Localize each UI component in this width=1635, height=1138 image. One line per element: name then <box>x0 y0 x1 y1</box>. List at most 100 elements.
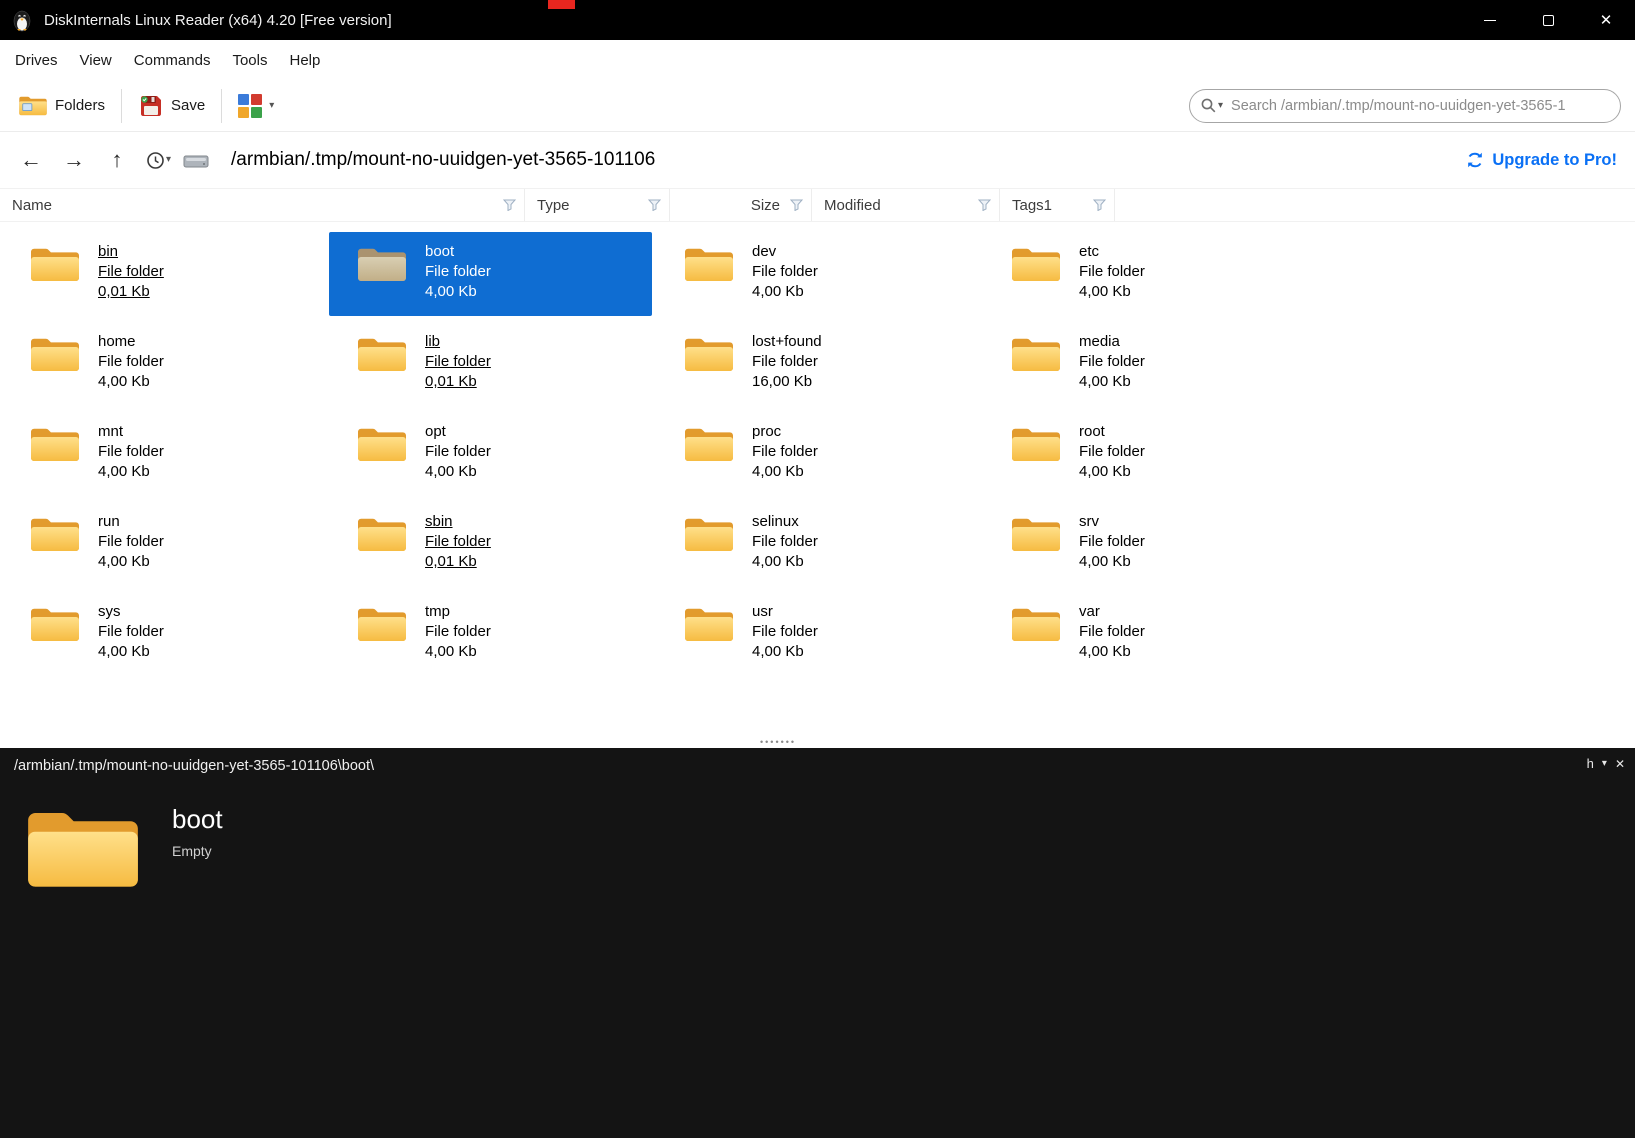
back-button[interactable]: ← <box>16 147 46 173</box>
file-tile-dev[interactable]: dev File folder 4,00 Kb <box>656 232 979 316</box>
file-type: File folder <box>752 623 818 640</box>
preview-item-name: boot <box>172 804 223 834</box>
menu-drives[interactable]: Drives <box>4 52 69 69</box>
address-path[interactable]: /armbian/.tmp/mount-no-uuidgen-yet-3565-… <box>231 149 655 171</box>
file-tile-opt[interactable]: opt File folder 4,00 Kb <box>329 412 652 496</box>
red-marker <box>548 0 575 9</box>
menu-view[interactable]: View <box>69 52 123 69</box>
preview-corner-label: h <box>1586 756 1594 771</box>
file-name: proc <box>752 423 782 440</box>
sync-arrows-icon <box>1468 152 1483 168</box>
filter-icon[interactable] <box>503 199 516 211</box>
splitter-handle[interactable]: ••••••• <box>0 737 1635 748</box>
column-header-tags1[interactable]: Tags1 <box>1000 189 1115 221</box>
file-type: File folder <box>752 533 818 550</box>
folder-icon <box>685 338 733 371</box>
file-name: bin <box>98 243 119 260</box>
file-type: File folder <box>425 623 491 640</box>
folder-icon <box>1012 428 1060 461</box>
file-type: File folder <box>425 533 491 550</box>
file-tile-selinux[interactable]: selinux File folder 4,00 Kb <box>656 502 979 586</box>
file-size: 4,00 Kb <box>425 463 477 480</box>
search-input[interactable] <box>1229 97 1608 115</box>
file-tile-run[interactable]: run File folder 4,00 Kb <box>2 502 325 586</box>
file-tile-lost+found[interactable]: lost+found File folder 16,00 Kb <box>656 322 979 406</box>
folder-icon <box>31 338 79 371</box>
file-tile-proc[interactable]: proc File folder 4,00 Kb <box>656 412 979 496</box>
minimize-button[interactable] <box>1461 0 1519 40</box>
folder-icon <box>685 248 733 281</box>
column-header-size[interactable]: Size <box>670 189 812 221</box>
folder-icon <box>685 608 733 641</box>
history-button[interactable]: ▾ <box>145 150 171 171</box>
chevron-down-icon: ▾ <box>269 99 275 111</box>
file-size: 4,00 Kb <box>752 643 804 660</box>
file-tile-lib[interactable]: lib File folder 0,01 Kb <box>329 322 652 406</box>
file-tile-bin[interactable]: bin File folder 0,01 Kb <box>2 232 325 316</box>
search-icon <box>1201 98 1216 113</box>
file-type: File folder <box>1079 443 1145 460</box>
file-tile-mnt[interactable]: mnt File folder 4,00 Kb <box>2 412 325 496</box>
menu-help[interactable]: Help <box>279 52 332 69</box>
upgrade-label: Upgrade to Pro! <box>1492 150 1617 169</box>
filter-icon[interactable] <box>790 199 803 211</box>
toolbar-separator <box>121 88 123 123</box>
preview-chevron-down-icon[interactable]: ▾ <box>1602 758 1607 769</box>
grid-menu-button[interactable]: ▾ <box>230 90 282 122</box>
upgrade-to-pro-link[interactable]: Upgrade to Pro! <box>1465 150 1617 170</box>
file-name: root <box>1079 423 1105 440</box>
file-tile-usr[interactable]: usr File folder 4,00 Kb <box>656 592 979 676</box>
file-type: File folder <box>1079 623 1145 640</box>
file-type: File folder <box>98 533 164 550</box>
search-box[interactable]: ▾ <box>1189 89 1621 123</box>
file-tile-sbin[interactable]: sbin File folder 0,01 Kb <box>329 502 652 586</box>
file-type: File folder <box>1079 353 1145 370</box>
filter-icon[interactable] <box>978 199 991 211</box>
file-type: File folder <box>98 263 164 280</box>
file-tile-sys[interactable]: sys File folder 4,00 Kb <box>2 592 325 676</box>
file-name: boot <box>425 243 455 260</box>
preview-close-icon[interactable]: ✕ <box>1615 757 1625 771</box>
window-title: DiskInternals Linux Reader (x64) 4.20 [F… <box>44 11 392 29</box>
file-name: sbin <box>425 513 453 530</box>
file-size: 4,00 Kb <box>1079 283 1131 300</box>
file-type: File folder <box>98 443 164 460</box>
column-header-name[interactable]: Name <box>0 189 525 221</box>
folders-button[interactable]: Folders <box>10 90 113 122</box>
file-tile-var[interactable]: var File folder 4,00 Kb <box>983 592 1306 676</box>
file-size: 4,00 Kb <box>1079 643 1131 660</box>
file-size: 4,00 Kb <box>98 553 150 570</box>
file-name: lost+found <box>752 333 822 350</box>
file-name: srv <box>1079 513 1099 530</box>
file-type: File folder <box>752 353 818 370</box>
folders-button-label: Folders <box>55 97 106 114</box>
file-tile-etc[interactable]: etc File folder 4,00 Kb <box>983 232 1306 316</box>
preview-item-status: Empty <box>172 843 212 859</box>
filter-icon[interactable] <box>648 199 661 211</box>
file-tile-media[interactable]: media File folder 4,00 Kb <box>983 322 1306 406</box>
file-size: 4,00 Kb <box>98 643 150 660</box>
file-name: var <box>1079 603 1100 620</box>
chevron-down-icon: ▾ <box>166 154 172 165</box>
file-size: 4,00 Kb <box>752 463 804 480</box>
menu-tools[interactable]: Tools <box>221 52 278 69</box>
file-tile-home[interactable]: home File folder 4,00 Kb <box>2 322 325 406</box>
file-name: opt <box>425 423 446 440</box>
up-button[interactable]: ↑ <box>102 147 132 173</box>
save-button[interactable]: Save <box>130 89 213 123</box>
filter-icon[interactable] <box>1093 199 1106 211</box>
forward-button[interactable]: → <box>59 147 89 173</box>
file-size: 4,00 Kb <box>1079 553 1131 570</box>
folder-icon <box>685 428 733 461</box>
column-header-modified[interactable]: Modified <box>812 189 1000 221</box>
maximize-button[interactable] <box>1519 0 1577 40</box>
column-header-type[interactable]: Type <box>525 189 670 221</box>
file-tile-root[interactable]: root File folder 4,00 Kb <box>983 412 1306 496</box>
folder-icon <box>685 518 733 551</box>
file-tile-tmp[interactable]: tmp File folder 4,00 Kb <box>329 592 652 676</box>
file-tile-srv[interactable]: srv File folder 4,00 Kb <box>983 502 1306 586</box>
close-button[interactable]: ✕ <box>1577 0 1635 40</box>
search-scope-chevron-icon[interactable]: ▾ <box>1218 101 1223 111</box>
menu-commands[interactable]: Commands <box>123 52 222 69</box>
file-tile-boot[interactable]: boot File folder 4,00 Kb <box>329 232 652 316</box>
